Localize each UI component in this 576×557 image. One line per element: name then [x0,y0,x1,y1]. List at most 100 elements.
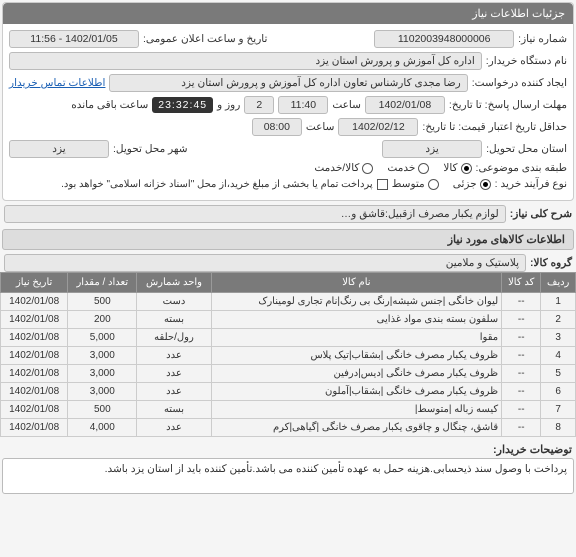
countdown: 23:32:45 [152,97,213,113]
buyer-org-label: نام دستگاه خریدار: [486,55,567,67]
th-row: ردیف [541,273,576,293]
radio-dot-icon [428,179,439,190]
radio-medium[interactable]: متوسط [392,178,439,190]
delivery-city: یزد [9,140,109,158]
radio-dot-icon [362,163,373,174]
subject-class-label: طبقه بندی موضوعی: [476,162,567,174]
panel-title: جزئیات اطلاعات نیاز [3,3,573,24]
table-row: 6--ظروف یکبار مصرف خانگی |بشقاب|آملونعدد… [1,383,576,401]
cell-row: 7 [541,401,576,419]
table-row: 2--سلفون بسته بندی مواد غذاییبسته2001402… [1,311,576,329]
table-row: 7--کیسه زباله |متوسط|بسته5001402/01/08 [1,401,576,419]
th-qty: تعداد / مقدار [68,273,137,293]
th-date: تاریخ نیاز [1,273,68,293]
deadline-date: 1402/01/08 [365,96,445,114]
cell-name: کیسه زباله |متوسط| [211,401,502,419]
cell-name: مقوا [211,329,502,347]
cell-date: 1402/01/08 [1,383,68,401]
days-value: 2 [244,96,274,114]
radio-dot-icon [480,179,491,190]
day-label: روز و [217,99,240,111]
cell-qty: 500 [68,401,137,419]
buyer-desc: پرداخت با وصول سند ذیحسابی.هزینه حمل به … [2,458,574,494]
radio-kala[interactable]: کالا [443,162,471,174]
cell-code: -- [502,401,541,419]
th-name: نام کالا [211,273,502,293]
delivery-prov: یزد [382,140,482,158]
cell-unit: عدد [137,419,211,437]
cell-date: 1402/01/08 [1,293,68,311]
price-valid-date: 1402/02/12 [338,118,418,136]
price-valid-time: 08:00 [252,118,302,136]
deadline-time-label: ساعت [332,99,361,111]
announce-label: تاریخ و ساعت اعلان عمومی: [143,33,267,45]
process-label: نوع فرآیند خرید : [495,178,567,190]
remaining-label: ساعت باقی مانده [71,99,148,111]
process-note-check[interactable] [377,179,388,190]
cell-code: -- [502,347,541,365]
cell-row: 5 [541,365,576,383]
buyer-contact-link[interactable]: اطلاعات تماس خریدار [9,77,105,89]
radio-khadamat[interactable]: خدمت [387,162,429,174]
group-label: گروه کالا: [530,257,572,269]
panel-body: شماره نیاز: 1102003948000006 تاریخ و ساع… [3,24,573,200]
cell-qty: 3,000 [68,365,137,383]
cell-row: 6 [541,383,576,401]
delivery-city-label: شهر محل تحویل: [113,143,188,155]
cell-unit: رول/حلقه [137,329,211,347]
cell-name: قاشق، چنگال و چاقوی یکبار مصرف خانگی |گی… [211,419,502,437]
radio-dot-icon [461,163,472,174]
cell-unit: بسته [137,311,211,329]
cell-qty: 4,000 [68,419,137,437]
cell-code: -- [502,311,541,329]
table-row: 1--لیوان خانگی |جنس شیشه|رنگ بی رنگ|نام … [1,293,576,311]
buyer-desc-label: توضیحات خریدار: [4,443,572,456]
cell-name: ظروف یکبار مصرف خانگی |دیس|درفین [211,365,502,383]
cell-unit: عدد [137,365,211,383]
cell-row: 1 [541,293,576,311]
th-code: کد کالا [502,273,541,293]
process-note: پرداخت تمام یا بخشی از مبلغ خرید،از محل … [61,179,373,190]
table-row: 3--مقوارول/حلقه5,0001402/01/08 [1,329,576,347]
cell-unit: عدد [137,383,211,401]
need-title: لوازم یکبار مصرف ازقبیل:قاشق و… [4,205,506,223]
cell-date: 1402/01/08 [1,311,68,329]
announce-value: 1402/01/05 - 11:56 [9,30,139,48]
subject-radio-group: کالا خدمت کالا/خدمت [314,162,471,174]
group-value: پلاستیک و ملامین [4,254,526,272]
deadline-label: مهلت ارسال پاسخ: تا تاریخ: [449,99,567,111]
buyer-org-value: اداره کل آموزش و پرورش استان یزد [9,52,482,70]
cell-code: -- [502,329,541,347]
cell-qty: 3,000 [68,383,137,401]
radio-dot-icon [418,163,429,174]
cell-unit: عدد [137,347,211,365]
cell-unit: بسته [137,401,211,419]
cell-code: -- [502,419,541,437]
table-row: 4--ظروف یکبار مصرف خانگی |بشقاب|تیک پلاس… [1,347,576,365]
radio-small[interactable]: جزئی [453,178,491,190]
cell-row: 3 [541,329,576,347]
th-unit: واحد شمارش [137,273,211,293]
cell-row: 4 [541,347,576,365]
cell-code: -- [502,293,541,311]
cell-name: لیوان خانگی |جنس شیشه|رنگ بی رنگ|نام تجا… [211,293,502,311]
cell-code: -- [502,365,541,383]
table-row: 5--ظروف یکبار مصرف خانگی |دیس|درفینعدد3,… [1,365,576,383]
cell-qty: 3,000 [68,347,137,365]
cell-row: 2 [541,311,576,329]
details-panel: جزئیات اطلاعات نیاز شماره نیاز: 11020039… [2,2,574,201]
table-row: 8--قاشق، چنگال و چاقوی یکبار مصرف خانگی … [1,419,576,437]
cell-date: 1402/01/08 [1,365,68,383]
radio-both[interactable]: کالا/خدمت [314,162,373,174]
process-radio-group: جزئی متوسط [392,178,491,190]
need-title-label: شرح کلی نیاز: [510,208,572,220]
cell-name: ظروف یکبار مصرف خانگی |بشقاب|تیک پلاس [211,347,502,365]
requester-label: ایجاد کننده درخواست: [472,77,567,89]
cell-date: 1402/01/08 [1,419,68,437]
items-table: ردیف کد کالا نام کالا واحد شمارش تعداد /… [0,272,576,437]
cell-date: 1402/01/08 [1,401,68,419]
checkbox-icon [377,179,388,190]
need-no-value: 1102003948000006 [374,30,514,48]
requester-value: رضا مجدی کارشناس تعاون اداره کل آموزش و … [109,74,467,92]
price-valid-label: حداقل تاریخ اعتبار قیمت: تا تاریخ: [422,121,567,133]
